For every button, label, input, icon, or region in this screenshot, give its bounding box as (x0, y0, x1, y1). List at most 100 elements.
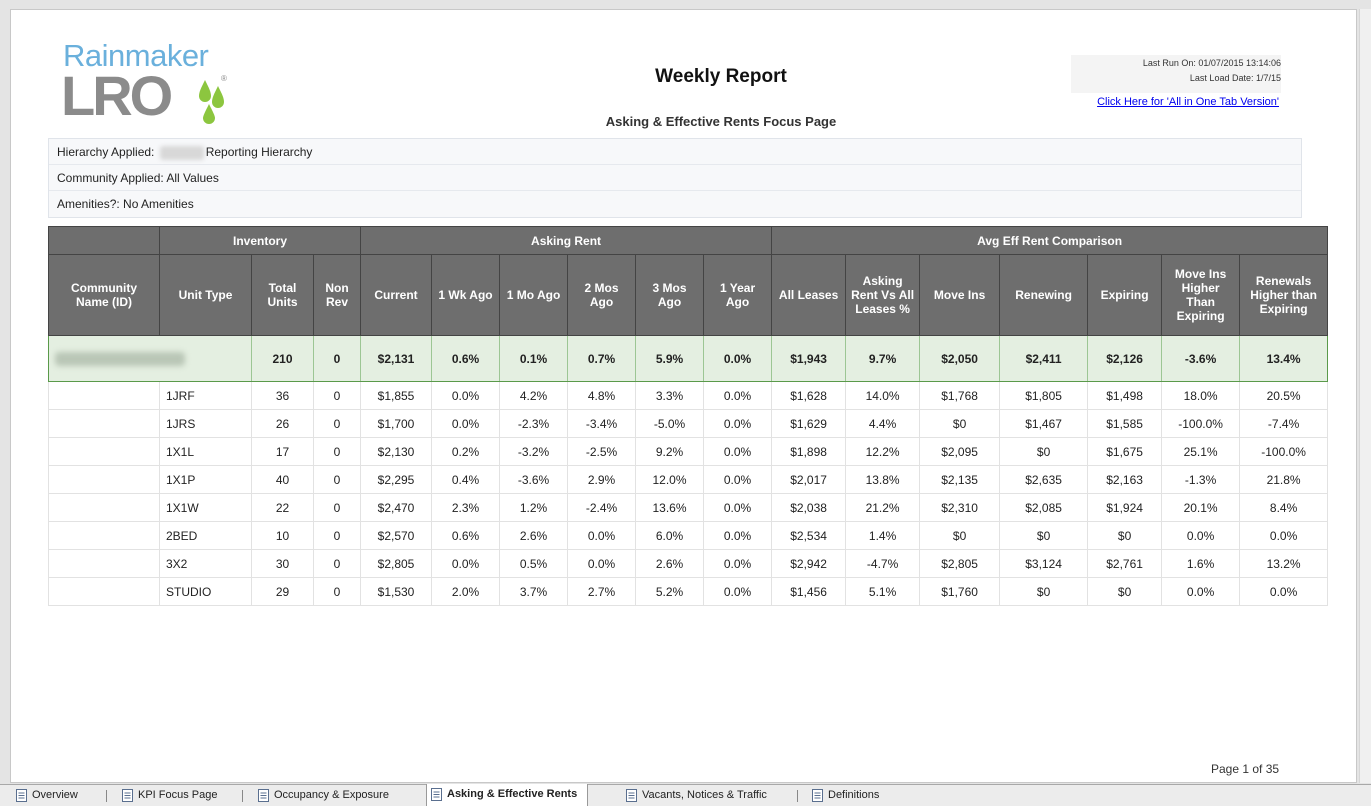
run-info-box: Last Run On: 01/07/2015 13:14:06 Last Lo… (1071, 55, 1281, 93)
table-cell: -2.5% (567, 437, 637, 466)
table-row: 3X2 30 0 $2,805 0.0% 0.5% 0.0% 2.6% 0.0% $2,942 -4… (48, 549, 1329, 578)
table-cell: $1,805 (999, 381, 1089, 410)
table-cell: 2.6% (499, 521, 569, 550)
table-cell: 18.0% (1161, 381, 1241, 410)
total-units-header: Total Units (251, 254, 314, 336)
table-cell: 29 (251, 577, 314, 606)
table-cell (48, 381, 160, 410)
table-row: 1JRS 26 0 $1,700 0.0% -2.3% -3.4% -5.0% 0.0% $1,6… (48, 409, 1329, 438)
summary-cell: 0 (312, 335, 362, 382)
table-cell: 17 (251, 437, 314, 466)
water-drops-icon (199, 80, 224, 124)
table-cell: $1,675 (1087, 437, 1163, 466)
table-cell: $2,085 (999, 493, 1089, 522)
renewals-higher-header: Renewals Higher than Expiring (1239, 254, 1329, 336)
table-cell (48, 465, 160, 494)
table-cell: $1,855 (360, 381, 433, 410)
table-cell: 0.0% (1161, 521, 1241, 550)
table-cell: -100.0% (1239, 437, 1329, 466)
community-name-header: Community Name (ID) (48, 254, 160, 336)
table-cell: 0.0% (567, 521, 637, 550)
non-rev-header: Non Rev (312, 254, 362, 336)
table-cell: 26 (251, 409, 314, 438)
table-cell: 12.2% (845, 437, 921, 466)
1-wk-ago-header: 1 Wk Ago (431, 254, 501, 336)
table-cell: $1,530 (360, 577, 433, 606)
tab-label: Definitions (828, 789, 880, 801)
table-cell: -2.4% (567, 493, 637, 522)
table-cell: $1,456 (771, 577, 847, 606)
summary-cell: -3.6% (1161, 335, 1241, 382)
redacted-text (55, 351, 185, 366)
table-cell: 0.0% (703, 549, 773, 578)
asking-rent-group-header: Asking Rent (360, 226, 773, 255)
table-cell: $2,135 (919, 465, 1001, 494)
blank-group-header (48, 226, 160, 255)
table-cell: $2,805 (919, 549, 1001, 578)
all-leases-header: All Leases (771, 254, 847, 336)
table-cell: 4.4% (845, 409, 921, 438)
summary-cell: 9.7% (845, 335, 921, 382)
tab-occupancy-exposure[interactable]: Occupancy & Exposure (254, 785, 414, 806)
redacted-name (159, 145, 204, 160)
summary-cell: $2,411 (999, 335, 1089, 382)
tab-overview[interactable]: Overview (12, 785, 104, 806)
table-cell: 0.0% (703, 577, 773, 606)
1-mo-ago-header: 1 Mo Ago (499, 254, 569, 336)
tab-separator (797, 790, 798, 802)
tab-kpi-focus-page[interactable]: KPI Focus Page (118, 785, 240, 806)
table-cell: $1,700 (360, 409, 433, 438)
unit-type-cell: 1JRF (159, 381, 252, 410)
table-cell: $2,095 (919, 437, 1001, 466)
table-cell: 0 (312, 437, 362, 466)
table-cell: 0 (312, 465, 362, 494)
table-cell: $1,924 (1087, 493, 1163, 522)
summary-cell: 0.6% (431, 335, 501, 382)
table-cell: -3.4% (567, 409, 637, 438)
table-cell: 5.2% (635, 577, 705, 606)
move-ins-higher-header: Move Ins Higher Than Expiring (1161, 254, 1241, 336)
summary-cell: $2,131 (360, 335, 433, 382)
unit-type-cell: 1X1P (159, 465, 252, 494)
redacted-community-name (48, 335, 252, 382)
avg-eff-rent-group-header: Avg Eff Rent Comparison (771, 226, 1329, 255)
table-row: 1X1W 22 0 $2,470 2.3% 1.2% -2.4% 13.6% 0.0% $2,03… (48, 493, 1329, 522)
table-cell: -2.3% (499, 409, 569, 438)
table-cell: 25.1% (1161, 437, 1241, 466)
table-cell: $2,017 (771, 465, 847, 494)
table-cell (48, 493, 160, 522)
table-row: 1JRF 36 0 $1,855 0.0% 4.2% 4.8% 3.3% 0.0% $1,628 1… (48, 381, 1329, 410)
tab-vacants-notices-traffic[interactable]: Vacants, Notices & Traffic (622, 785, 795, 806)
renewing-header: Renewing (999, 254, 1089, 336)
table-cell: $1,628 (771, 381, 847, 410)
table-cell: 0.0% (431, 409, 501, 438)
table-cell: 0 (312, 493, 362, 522)
sheet-icon (431, 788, 442, 801)
table-cell: 0.0% (567, 549, 637, 578)
table-cell: $1,585 (1087, 409, 1163, 438)
table-cell: 0.5% (499, 549, 569, 578)
table-cell: 1.2% (499, 493, 569, 522)
table-cell: -1.3% (1161, 465, 1241, 494)
table-cell: $3,124 (999, 549, 1089, 578)
table-cell: 5.1% (845, 577, 921, 606)
unit-type-cell: 3X2 (159, 549, 252, 578)
table-cell: $2,310 (919, 493, 1001, 522)
table-cell: $0 (919, 521, 1001, 550)
table-cell: $0 (919, 409, 1001, 438)
table-cell: 10 (251, 521, 314, 550)
tab-asking-effective-rents[interactable]: Asking & Effective Rents (426, 784, 588, 806)
rainmaker-lro-logo: Rainmaker LRO ® (61, 38, 231, 128)
workbook-icon (16, 789, 27, 802)
summary-cell: 210 (251, 335, 314, 382)
unit-type-cell: 2BED (159, 521, 252, 550)
1-year-ago-header: 1 Year Ago (703, 254, 773, 336)
table-cell: 0.6% (431, 521, 501, 550)
table-cell: 13.8% (845, 465, 921, 494)
tab-definitions[interactable]: Definitions (808, 785, 895, 806)
table-cell: $2,635 (999, 465, 1089, 494)
expiring-header: Expiring (1087, 254, 1163, 336)
tab-label: Occupancy & Exposure (274, 789, 389, 801)
vertical-scrollbar[interactable] (1359, 9, 1371, 783)
all-in-one-tab-link[interactable]: Click Here for 'All in One Tab Version' (1097, 96, 1279, 108)
